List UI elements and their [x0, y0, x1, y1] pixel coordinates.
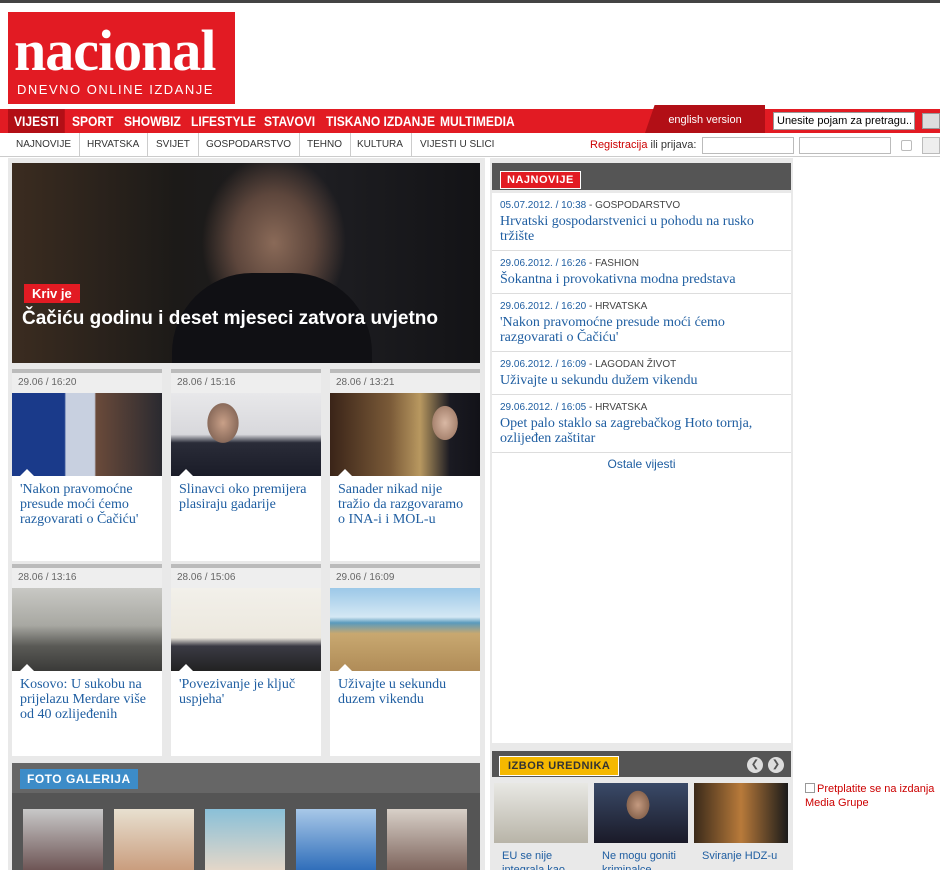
izbor-image[interactable] — [694, 783, 788, 843]
item-title[interactable]: 'Nakon pravomoćne presude moći ćemo razg… — [500, 315, 783, 345]
card-date: 28.06 / 15:06 — [171, 568, 321, 588]
najnovije-list: 05.07.2012. / 10:38 - GOSPODARSTVO Hrvat… — [492, 193, 791, 743]
item-category: HRVATSKA — [595, 301, 648, 312]
item-title[interactable]: Hrvatski gospodarstvenici u pohodu na ru… — [500, 214, 783, 244]
card-date: 28.06 / 15:16 — [171, 373, 321, 393]
card-title[interactable]: 'Nakon pravomoćne presude moći ćemo razg… — [12, 476, 162, 561]
subnav-gospodarstvo[interactable]: GOSPODARSTVO — [198, 133, 301, 157]
item-title[interactable]: Opet palo staklo sa zagrebačkog Hoto tor… — [500, 416, 783, 446]
subnav-svijet[interactable]: SVIJET — [148, 133, 199, 157]
card-image — [12, 588, 162, 671]
item-date: 29.06.2012. / 16:05 — [500, 402, 587, 413]
subnav-najnovije[interactable]: NAJNOVIJE — [8, 133, 81, 157]
login-button[interactable] — [922, 137, 940, 154]
subnav-kultura[interactable]: KULTURA — [349, 133, 412, 157]
item-date: 29.06.2012. / 16:26 — [500, 258, 587, 269]
card-title[interactable]: Uživajte u sekundu duzem vikendu — [330, 671, 480, 756]
card-image — [12, 393, 162, 476]
item-date: 05.07.2012. / 10:38 — [500, 200, 587, 211]
item-category: GOSPODARSTVO — [595, 200, 681, 211]
broken-image-icon — [805, 783, 815, 793]
izbor-image[interactable] — [594, 783, 688, 843]
izbor-title: IZBOR UREDNIKA — [499, 756, 620, 776]
password-field[interactable] — [799, 137, 891, 154]
item-date: 29.06.2012. / 16:20 — [500, 301, 587, 312]
search-button[interactable] — [922, 113, 940, 129]
news-card[interactable]: 29.06 / 16:09 Uživajte u sekundu duzem v… — [330, 564, 480, 756]
nav-showbiz[interactable]: SHOWBIZ — [124, 109, 181, 133]
username-field[interactable] — [702, 137, 794, 154]
gallery-title: FOTO GALERIJA — [20, 769, 138, 789]
izbor-image[interactable] — [494, 783, 588, 843]
list-item[interactable]: 29.06.2012. / 16:09 - LAGODAN ŽIVOT Uživ… — [492, 352, 791, 395]
izbor-title-1[interactable]: EU se nije integrala kao — [502, 849, 596, 870]
card-date: 28.06 / 13:21 — [330, 373, 480, 393]
card-title[interactable]: Slinavci oko premijera plasiraju gadarij… — [171, 476, 321, 561]
izbor-title-2[interactable]: Ne mogu goniti kriminalce — [602, 849, 696, 870]
prev-arrow-icon[interactable]: ❮ — [747, 757, 763, 773]
subnav-vijesti-u-slici[interactable]: VIJESTI U SLICI — [412, 133, 502, 157]
najnovije-title: NAJNOVIJE — [500, 171, 581, 189]
hero-title[interactable]: Čačiću godinu i deset mjeseci zatvora uv… — [22, 306, 462, 331]
list-item[interactable]: 29.06.2012. / 16:05 - HRVATSKA Opet palo… — [492, 395, 791, 453]
sub-nav: NAJNOVIJE HRVATSKA SVIJET GOSPODARSTVO T… — [0, 133, 940, 157]
nav-vijesti[interactable]: VIJESTI — [8, 109, 65, 133]
item-category: HRVATSKA — [595, 402, 648, 413]
item-title[interactable]: Šokantna i provokativna modna predstava — [500, 272, 783, 287]
item-category: LAGODAN ŽIVOT — [595, 359, 677, 370]
card-image — [330, 588, 480, 671]
nav-tiskano-izdanje[interactable]: TISKANO IZDANJE — [326, 109, 435, 133]
ad-text[interactable]: Pretplatite se na izdanja Media Grupe — [805, 783, 934, 809]
subnav-tehno[interactable]: TEHNO — [299, 133, 351, 157]
site-logo[interactable]: nacional DNEVNO ONLINE IZDANJE — [8, 12, 235, 104]
news-card[interactable]: 28.06 / 15:16 Slinavci oko premijera pla… — [171, 369, 321, 561]
news-card[interactable]: 28.06 / 13:16 Kosovo: U sukobu na prijel… — [12, 564, 162, 756]
gallery-thumb[interactable] — [114, 809, 194, 870]
card-image — [171, 588, 321, 671]
remember-checkbox[interactable] — [901, 140, 912, 151]
english-version-link[interactable]: english version — [645, 105, 765, 133]
subscribe-ad[interactable]: Pretplatite se na izdanja Media Grupe — [805, 782, 940, 810]
item-category: FASHION — [595, 258, 639, 269]
card-image — [171, 393, 321, 476]
subnav-hrvatska[interactable]: HRVATSKA — [79, 133, 149, 157]
login-area: Registracija ili prijava: — [590, 133, 696, 157]
login-label: ili prijava: — [650, 139, 697, 151]
card-title[interactable]: Sanader nikad nije tražio da razgovaramo… — [330, 476, 480, 561]
card-title[interactable]: 'Povezivanje je ključ uspjeha' — [171, 671, 321, 756]
list-item[interactable]: 05.07.2012. / 10:38 - GOSPODARSTVO Hrvat… — [492, 193, 791, 251]
list-item[interactable]: 29.06.2012. / 16:26 - FASHION Šokantna i… — [492, 251, 791, 294]
gallery-thumb[interactable] — [387, 809, 467, 870]
nav-multimedia[interactable]: MULTIMEDIA — [440, 109, 515, 133]
gallery-thumb[interactable] — [23, 809, 103, 870]
hero-tag: Kriv je — [24, 284, 80, 303]
nav-lifestyle[interactable]: LIFESTYLE — [191, 109, 256, 133]
news-card[interactable]: 28.06 / 13:21 Sanader nikad nije tražio … — [330, 369, 480, 561]
register-link[interactable]: Registracija — [590, 139, 647, 151]
search-input[interactable] — [773, 112, 915, 130]
card-date: 29.06 / 16:20 — [12, 373, 162, 393]
card-date: 29.06 / 16:09 — [330, 568, 480, 588]
izbor-title-3[interactable]: Sviranje HDZ-u — [702, 849, 796, 863]
gallery-thumb[interactable] — [296, 809, 376, 870]
card-image — [330, 393, 480, 476]
news-card[interactable]: 28.06 / 15:06 'Povezivanje je ključ uspj… — [171, 564, 321, 756]
logo-tagline: DNEVNO ONLINE IZDANJE — [17, 82, 214, 97]
card-date: 28.06 / 13:16 — [12, 568, 162, 588]
nav-sport[interactable]: SPORT — [72, 109, 113, 133]
list-item[interactable]: 29.06.2012. / 16:20 - HRVATSKA 'Nakon pr… — [492, 294, 791, 352]
gallery-thumb[interactable] — [205, 809, 285, 870]
news-card[interactable]: 29.06 / 16:20 'Nakon pravomoćne presude … — [12, 369, 162, 561]
nav-stavovi[interactable]: STAVOVI — [264, 109, 315, 133]
logo-wordmark: nacional — [14, 18, 216, 83]
main-nav: VIJESTI SPORT SHOWBIZ LIFESTYLE STAVOVI … — [0, 105, 940, 133]
hero-story[interactable]: Kriv je Čačiću godinu i deset mjeseci za… — [12, 163, 480, 363]
card-title[interactable]: Kosovo: U sukobu na prijelazu Merdare vi… — [12, 671, 162, 756]
item-title[interactable]: Uživajte u sekundu dužem vikendu — [500, 373, 783, 388]
item-date: 29.06.2012. / 16:09 — [500, 359, 587, 370]
more-news-link[interactable]: Ostale vijesti — [492, 453, 791, 743]
next-arrow-icon[interactable]: ❯ — [768, 757, 784, 773]
